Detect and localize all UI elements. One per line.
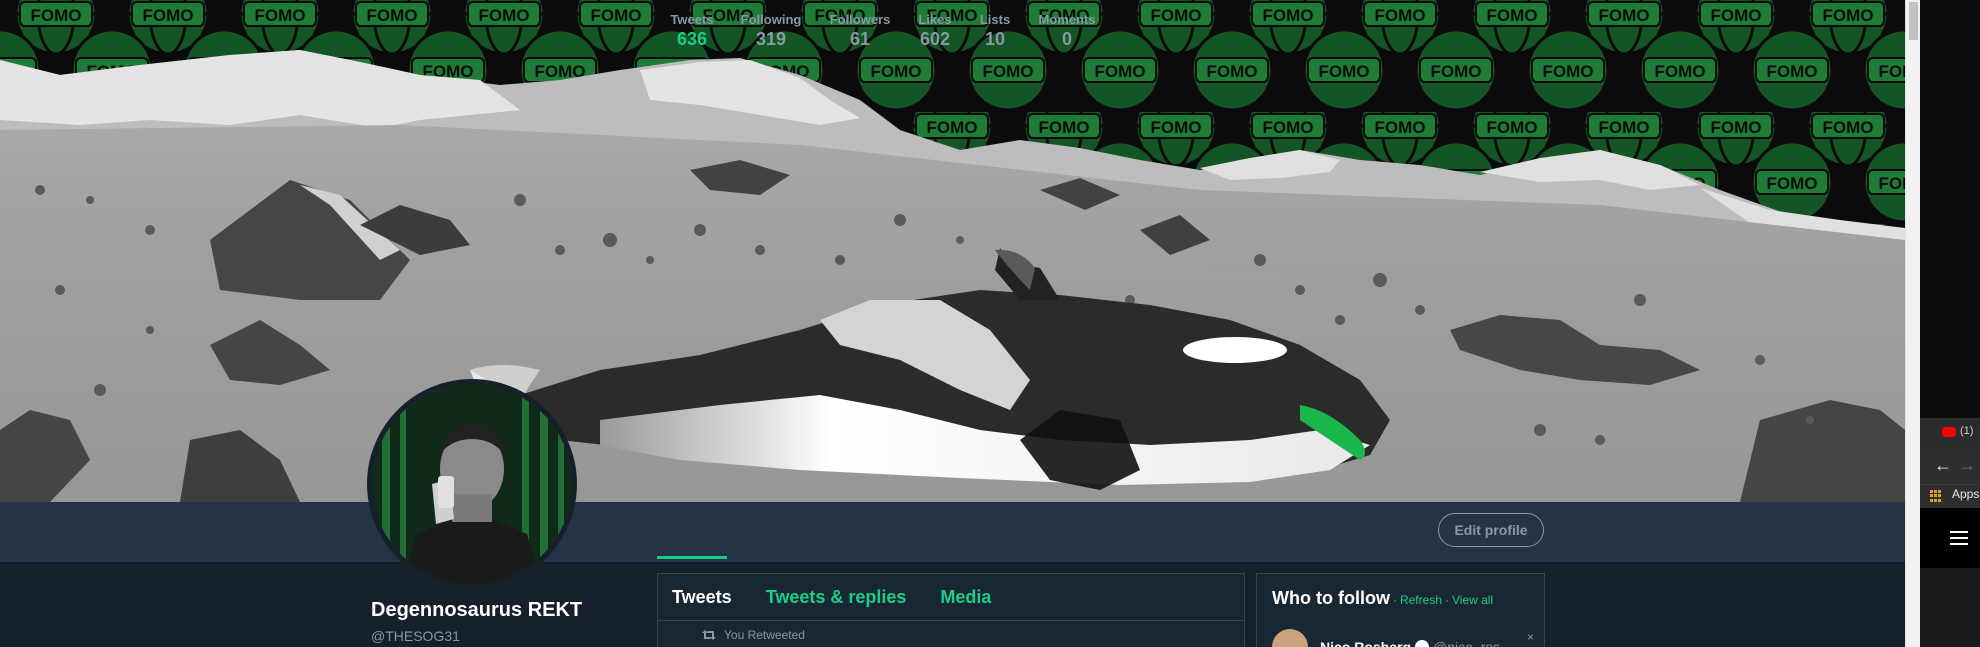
suggested-user[interactable]: Nico Rosberg @nico_ros (1272, 629, 1500, 647)
hamburger-menu-icon[interactable] (1950, 531, 1968, 545)
who-to-follow-header: Who to follow · Refresh · View all (1272, 588, 1493, 609)
side-window-backdrop (1920, 0, 1980, 418)
suggested-user-handle: @nico_ros (1433, 639, 1501, 647)
suggested-user-avatar[interactable] (1272, 629, 1308, 647)
back-arrow-icon[interactable]: ← (1934, 455, 1952, 476)
profile-nav-bar (0, 502, 1905, 563)
side-browser-window: (1) ← → Apps (1920, 0, 1980, 647)
tab-title: (1) (1960, 425, 1974, 437)
stat-tweets[interactable]: Tweets 636 (666, 12, 718, 50)
who-to-follow-title: Who to follow (1272, 588, 1390, 608)
profile-banner: FOMO FOMO FOMO (0, 0, 1905, 502)
separator-dot: · (1445, 593, 1449, 607)
profile-handle[interactable]: @THESOG31 (371, 628, 460, 644)
stat-value: 0 (1061, 29, 1072, 49)
stat-following[interactable]: Following 319 (740, 12, 802, 50)
apps-bookmark[interactable]: Apps (1952, 487, 1979, 501)
edit-profile-button[interactable]: Edit profile (1438, 513, 1544, 547)
stat-label: Lists (979, 12, 1011, 27)
stat-moments[interactable]: Moments 0 (1038, 12, 1096, 50)
stat-label: Likes (918, 12, 952, 27)
dismiss-suggestion-icon[interactable]: × (1527, 630, 1534, 644)
page-scrollbar[interactable] (1905, 0, 1920, 647)
stat-value: 61 (849, 29, 871, 49)
scrollbar-thumb[interactable] (1909, 2, 1918, 40)
refresh-link[interactable]: Refresh (1400, 593, 1442, 607)
stat-value: 602 (919, 29, 951, 49)
tab-tweets-replies[interactable]: Tweets & replies (766, 587, 907, 608)
timeline-panel: Tweets Tweets & replies Media You Retwee… (657, 573, 1245, 647)
stat-followers[interactable]: Followers 61 (827, 12, 893, 50)
stat-label: Following (740, 12, 802, 27)
retweet-context: You Retweeted (702, 628, 805, 642)
stat-label: Tweets (670, 12, 714, 27)
retweet-label: You Retweeted (724, 628, 805, 642)
profile-page: FOMO FOMO FOMO (0, 0, 1905, 647)
stat-value: 636 (676, 29, 708, 49)
retweet-icon (702, 630, 716, 640)
profile-avatar[interactable] (367, 379, 577, 589)
stat-lists[interactable]: Lists 10 (978, 12, 1012, 50)
verified-badge-icon (1415, 640, 1430, 647)
apps-grid-icon[interactable] (1930, 490, 1942, 502)
profile-name[interactable]: Degennosaurus REKT (371, 599, 582, 622)
tab-tweets[interactable]: Tweets (672, 587, 732, 608)
separator-dot: · (1392, 593, 1397, 607)
suggested-user-name[interactable]: Nico Rosberg (1320, 639, 1411, 647)
stat-label: Moments (1038, 12, 1096, 27)
tab-media[interactable]: Media (940, 587, 991, 608)
view-all-link[interactable]: View all (1452, 593, 1493, 607)
stat-value: 319 (755, 29, 787, 49)
active-tab-underline (657, 556, 727, 559)
stat-likes[interactable]: Likes 602 (915, 12, 955, 50)
youtube-icon (1942, 427, 1956, 437)
stat-label: Followers (829, 12, 891, 27)
timeline-tabs: Tweets Tweets & replies Media (658, 574, 1244, 621)
who-to-follow-panel: Who to follow · Refresh · View all Nico … (1256, 573, 1545, 647)
forward-arrow-icon[interactable]: → (1958, 455, 1976, 476)
stat-value: 10 (984, 29, 1006, 49)
